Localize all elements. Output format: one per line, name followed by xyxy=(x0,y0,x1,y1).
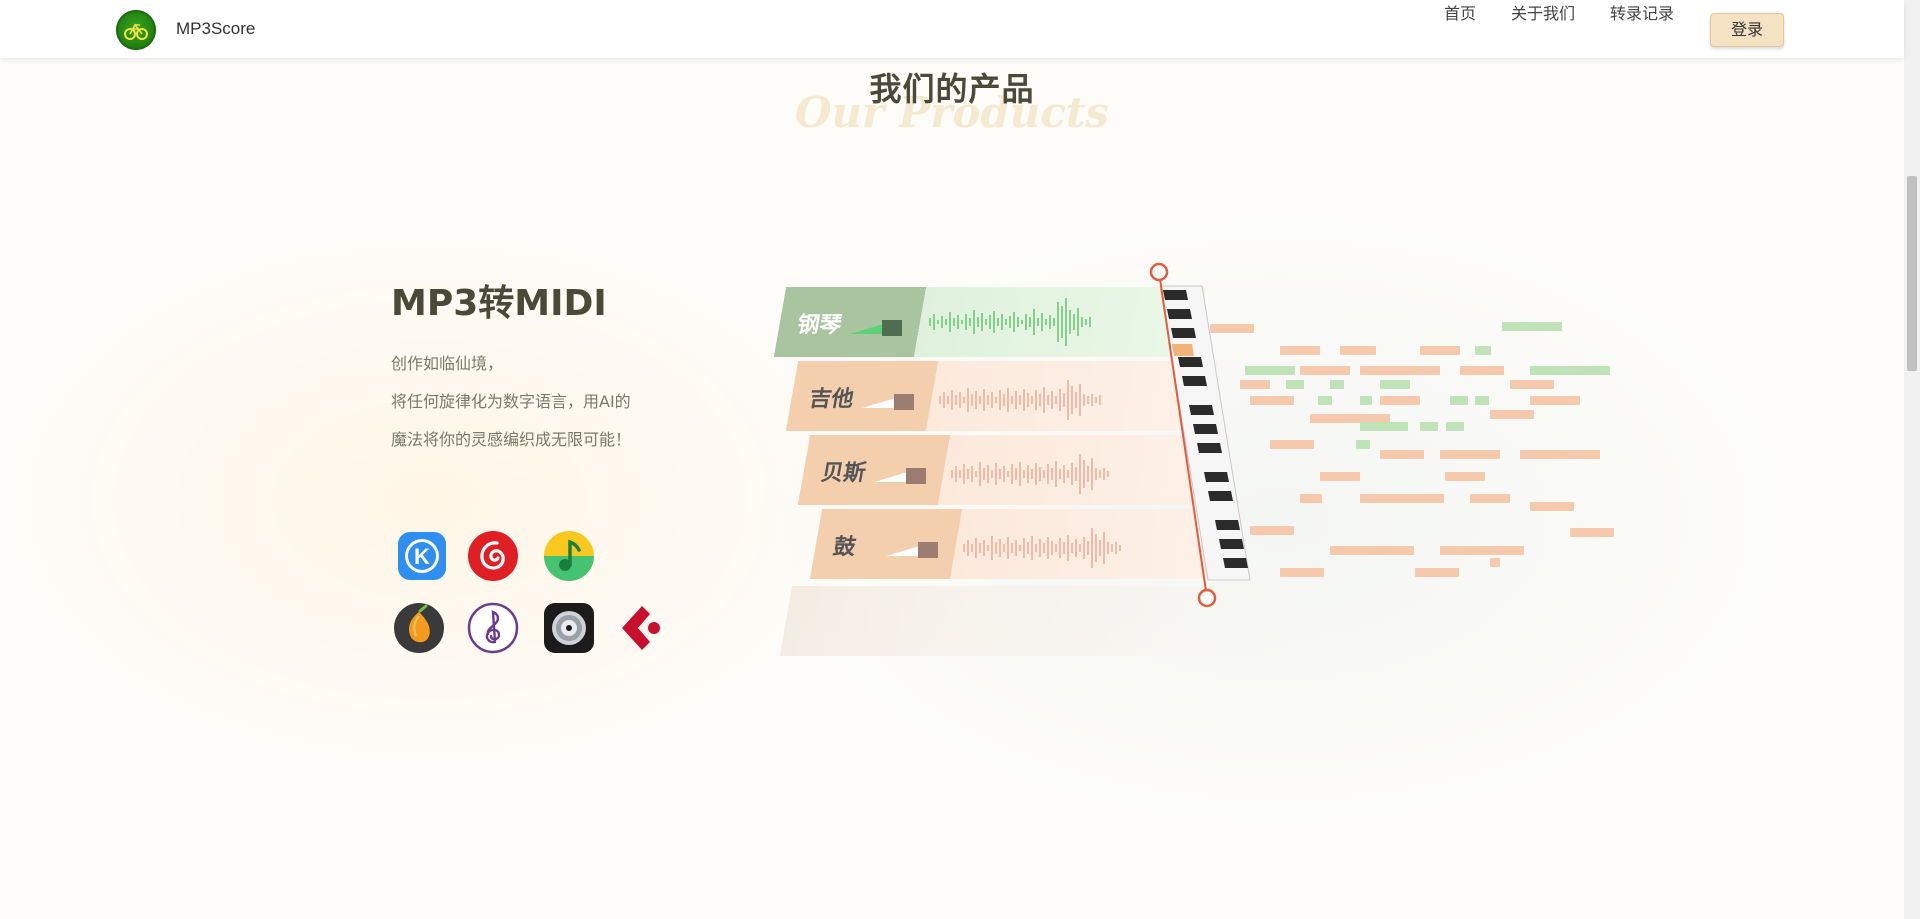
midi-note xyxy=(1520,450,1600,459)
midi-note xyxy=(1510,380,1554,389)
midi-note xyxy=(1210,324,1254,333)
midi-note xyxy=(1445,472,1485,481)
top-navbar: MP3Score 首页 关于我们 转录记录 登录 xyxy=(0,0,1904,58)
midi-note xyxy=(1360,366,1440,375)
section-title: 我们的产品 xyxy=(869,70,1035,108)
page-scrollbar[interactable] xyxy=(1904,0,1920,919)
page: MP3Score 首页 关于我们 转录记录 登录 Our Products 我们… xyxy=(0,0,1920,919)
brand-name[interactable]: MP3Score xyxy=(176,19,255,39)
midi-note xyxy=(1490,558,1500,567)
midi-note xyxy=(1280,568,1324,577)
midi-note xyxy=(1300,366,1350,375)
musescore-icon[interactable] xyxy=(467,602,519,654)
midi-note xyxy=(1360,422,1408,431)
midi-note xyxy=(1490,410,1534,419)
midi-note xyxy=(1475,396,1489,405)
mp3-to-midi-illustration: 钢琴 吉他 贝斯 鼓 xyxy=(740,262,1660,702)
midi-note xyxy=(1356,440,1370,449)
midi-note xyxy=(1440,546,1524,555)
scrollbar-thumb[interactable] xyxy=(1907,176,1917,371)
midi-note xyxy=(1250,526,1294,535)
midi-note xyxy=(1460,366,1504,375)
midi-note xyxy=(1502,322,1562,331)
description-line: 创作如临仙境， xyxy=(391,354,504,373)
midi-note xyxy=(1530,502,1574,511)
midi-note xyxy=(1415,568,1459,577)
midi-note xyxy=(1440,450,1500,459)
nav-home[interactable]: 首页 xyxy=(1444,0,1476,24)
midi-note xyxy=(1470,494,1510,503)
midi-note xyxy=(1330,380,1344,389)
midi-note xyxy=(1340,346,1376,355)
midi-note xyxy=(1330,546,1414,555)
netease-music-icon[interactable] xyxy=(467,530,519,582)
midi-note xyxy=(1280,346,1320,355)
login-button[interactable]: 登录 xyxy=(1710,13,1784,47)
midi-note xyxy=(1270,440,1314,449)
logic-pro-icon[interactable] xyxy=(543,602,595,654)
nav-transcription-history[interactable]: 转录记录 xyxy=(1610,0,1674,24)
qq-music-icon[interactable] xyxy=(543,530,595,582)
midi-note xyxy=(1300,494,1322,503)
midi-note xyxy=(1380,450,1424,459)
mp3score-logo[interactable] xyxy=(116,10,156,50)
midi-note xyxy=(1360,396,1372,405)
midi-note xyxy=(1240,380,1270,389)
svg-text:K: K xyxy=(414,544,430,569)
product-description: 创作如临仙境， 将任何旋律化为数字语言，用AI的 魔法将你的灵感编织成无限可能！ xyxy=(391,345,631,459)
midi-note xyxy=(1318,396,1332,405)
midi-note xyxy=(1475,346,1491,355)
midi-note xyxy=(1380,396,1420,405)
midi-note xyxy=(1450,396,1468,405)
midi-note xyxy=(1420,422,1438,431)
description-line: 魔法将你的灵感编织成无限可能！ xyxy=(391,430,632,449)
midi-note xyxy=(1250,396,1294,405)
midi-note xyxy=(1420,346,1460,355)
product-title: MP3转MIDI xyxy=(391,283,607,324)
midi-note xyxy=(1380,380,1410,389)
midi-note xyxy=(1530,366,1610,375)
description-line: 将任何旋律化为数字语言，用AI的 xyxy=(391,392,631,411)
midi-note xyxy=(1320,472,1360,481)
nav-about-us[interactable]: 关于我们 xyxy=(1511,0,1575,24)
midi-note xyxy=(1446,422,1464,431)
midi-note xyxy=(1530,396,1580,405)
midi-note xyxy=(1245,366,1295,375)
fl-studio-icon[interactable] xyxy=(393,602,445,654)
midi-note xyxy=(1360,494,1444,503)
midi-note xyxy=(1570,528,1614,537)
kugou-icon[interactable]: K xyxy=(396,530,448,582)
cubase-icon[interactable] xyxy=(616,602,668,654)
midi-note xyxy=(1286,380,1304,389)
